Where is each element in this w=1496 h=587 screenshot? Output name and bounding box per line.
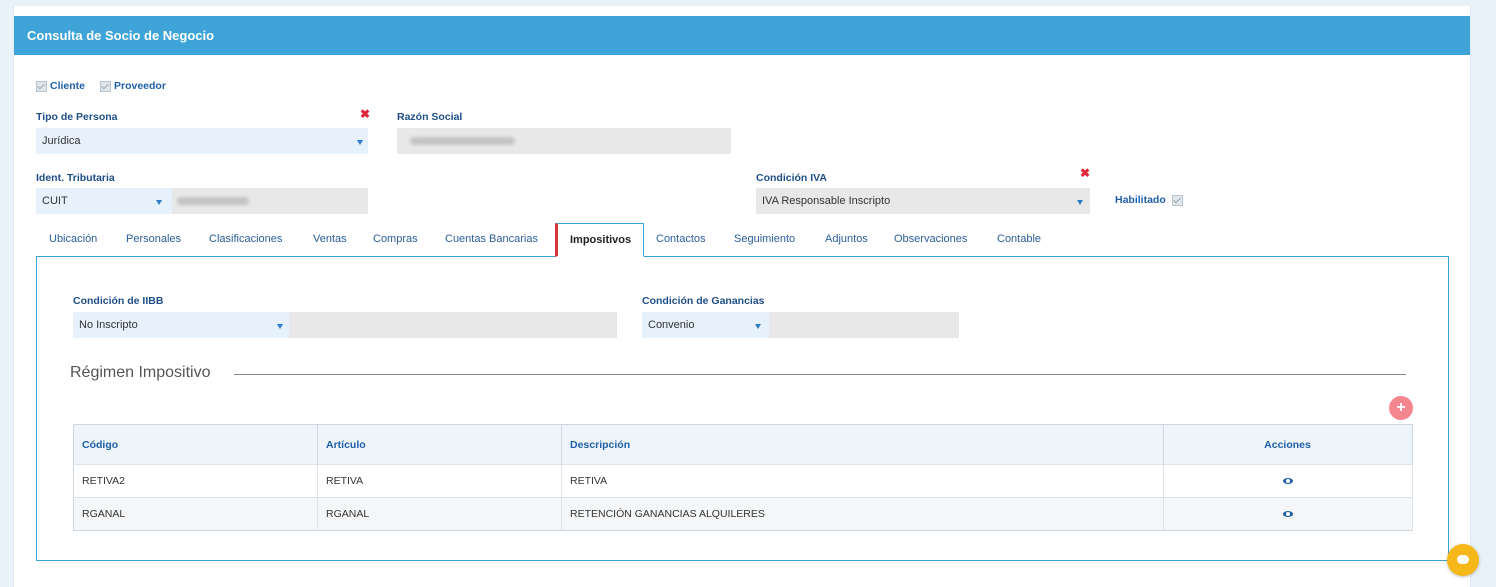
tab-observaciones[interactable]: Observaciones — [894, 223, 967, 256]
section-divider — [234, 374, 1406, 375]
close-icon[interactable]: ✖ — [360, 107, 370, 121]
chevron-down-icon — [277, 324, 283, 329]
iibb-label: Condición de IIBB — [73, 295, 164, 307]
tab-bar: Ubicación Personales Clasificaciones Ven… — [36, 223, 1449, 257]
cell-codigo: RETIVA2 — [73, 464, 318, 498]
ident-tributaria-value: CUIT — [42, 195, 68, 207]
tab-seguimiento[interactable]: Seguimiento — [734, 223, 795, 256]
eye-icon[interactable] — [1282, 511, 1293, 517]
razon-social-label: Razón Social — [397, 111, 463, 123]
tab-cuentas-bancarias[interactable]: Cuentas Bancarias — [445, 223, 538, 256]
ganancias-select[interactable]: Convenio — [642, 312, 769, 338]
ganancias-label: Condición de Ganancias — [642, 295, 765, 307]
chevron-down-icon — [156, 200, 162, 205]
close-icon[interactable]: ✖ — [1080, 166, 1090, 180]
ganancias-detail-input[interactable] — [769, 312, 959, 338]
tab-ubicacion[interactable]: Ubicación — [49, 223, 97, 256]
iibb-number-input[interactable] — [289, 312, 617, 338]
cliente-checkbox-group[interactable]: Cliente — [36, 80, 85, 92]
ident-tributaria-select[interactable]: CUIT — [36, 188, 172, 214]
cell-acciones — [1163, 497, 1413, 531]
regimen-impositivo-title: Régimen Impositivo — [70, 364, 211, 381]
tab-adjuntos[interactable]: Adjuntos — [825, 223, 868, 256]
chevron-down-icon — [1077, 200, 1083, 205]
regimen-table: Código Artículo Descripción Acciones RET… — [73, 424, 1413, 531]
tipo-persona-label: Tipo de Persona — [36, 111, 118, 123]
habilitado-checkbox[interactable] — [1171, 194, 1183, 206]
column-header-articulo[interactable]: Artículo — [317, 424, 562, 465]
plus-circle-icon[interactable]: + — [1389, 396, 1413, 420]
iibb-value: No Inscripto — [79, 319, 138, 331]
habilitado-checkbox-group[interactable]: Habilitado — [1115, 194, 1186, 206]
cell-descripcion: RETIVA — [561, 464, 1164, 498]
table-header-row: Código Artículo Descripción Acciones — [73, 424, 1413, 465]
redacted-text — [177, 197, 249, 205]
table-row[interactable]: RETIVA2 RETIVA RETIVA — [73, 464, 1413, 498]
habilitado-label: Habilitado — [1115, 194, 1166, 206]
chat-bubble-icon[interactable] — [1447, 544, 1479, 576]
business-partner-panel: Consulta de Socio de Negocio Cliente Pro… — [13, 6, 1471, 587]
proveedor-checkbox[interactable] — [100, 80, 111, 92]
tab-contable[interactable]: Contable — [997, 223, 1041, 256]
column-header-codigo[interactable]: Código — [73, 424, 318, 465]
condicion-iva-label: Condición IVA — [756, 172, 827, 184]
tab-clasificaciones[interactable]: Clasificaciones — [209, 223, 282, 256]
iibb-select[interactable]: No Inscripto — [73, 312, 289, 338]
tipo-persona-value: Jurídica — [42, 135, 81, 147]
tab-impositivos[interactable]: Impositivos — [555, 223, 645, 257]
razon-social-input[interactable] — [397, 128, 731, 154]
tipo-persona-select[interactable]: Jurídica — [36, 128, 368, 154]
proveedor-checkbox-group[interactable]: Proveedor — [100, 80, 166, 92]
cliente-checkbox[interactable] — [36, 80, 47, 92]
cell-descripcion: RETENCIÓN GANANCIAS ALQUILERES — [561, 497, 1164, 531]
tab-compras[interactable]: Compras — [373, 223, 418, 256]
cliente-label: Cliente — [50, 80, 86, 92]
ident-tributaria-number-input[interactable] — [172, 188, 368, 214]
tab-personales[interactable]: Personales — [126, 223, 181, 256]
chevron-down-icon — [755, 324, 761, 329]
cell-articulo: RETIVA — [317, 464, 562, 498]
condicion-iva-value: IVA Responsable Inscripto — [762, 195, 891, 207]
panel-title: Consulta de Socio de Negocio — [14, 16, 1470, 55]
column-header-descripcion[interactable]: Descripción — [561, 424, 1164, 465]
ident-tributaria-label: Ident. Tributaria — [36, 172, 115, 184]
redacted-text — [410, 137, 515, 145]
eye-icon[interactable] — [1282, 478, 1293, 484]
tab-contactos[interactable]: Contactos — [656, 223, 706, 256]
chevron-down-icon — [357, 140, 363, 145]
tab-ventas[interactable]: Ventas — [313, 223, 347, 256]
column-header-acciones: Acciones — [1163, 424, 1413, 465]
cell-acciones — [1163, 464, 1413, 498]
impositivos-tab-panel: Condición de IIBB No Inscripto Condición… — [36, 256, 1449, 561]
cell-articulo: RGANAL — [317, 497, 562, 531]
proveedor-label: Proveedor — [114, 80, 166, 92]
ganancias-value: Convenio — [648, 319, 695, 331]
condicion-iva-select[interactable]: IVA Responsable Inscripto — [756, 188, 1090, 214]
table-row[interactable]: RGANAL RGANAL RETENCIÓN GANANCIAS ALQUIL… — [73, 497, 1413, 531]
cell-codigo: RGANAL — [73, 497, 318, 531]
